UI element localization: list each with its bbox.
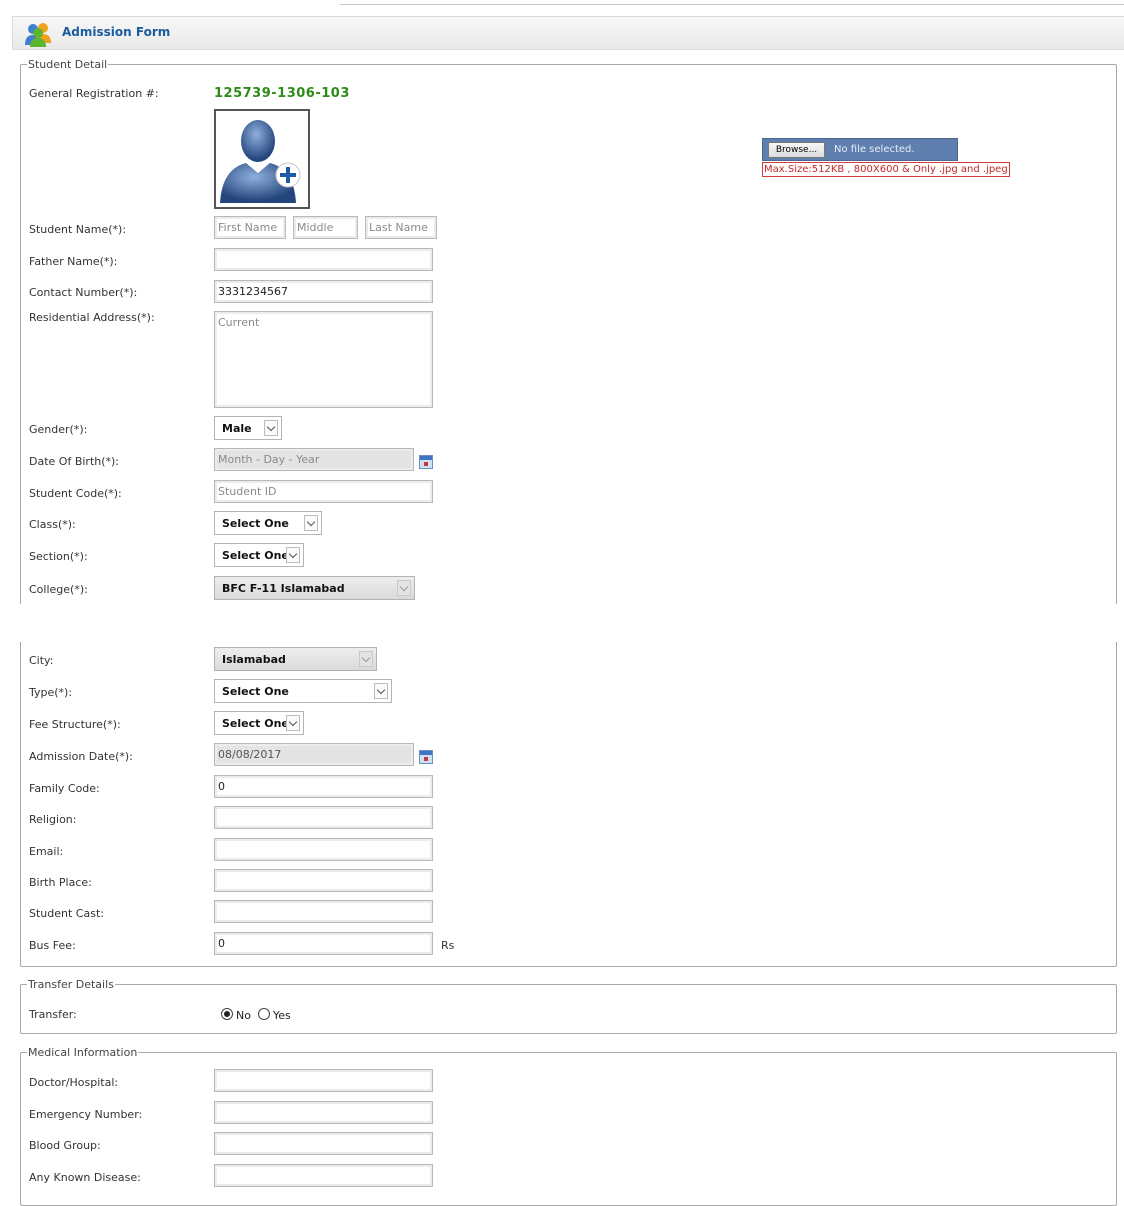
family-code-label: Family Code: — [29, 782, 100, 795]
top-divider — [340, 4, 1124, 5]
emergency-input[interactable] — [214, 1101, 433, 1124]
college-value: BFC F-11 Islamabad — [222, 582, 345, 595]
dob-label: Date Of Birth(*): — [29, 455, 120, 468]
page-title: Admission Form — [62, 25, 171, 39]
transfer-yes-label: Yes — [273, 1009, 291, 1022]
chevron-down-icon — [359, 651, 373, 667]
student-code-input[interactable]: Student ID — [214, 480, 433, 503]
address-label: Residential Address(*): — [29, 311, 155, 324]
college-label: College(*): — [29, 583, 88, 596]
transfer-section: Transfer Details — [20, 978, 1117, 1034]
form-header: Admission Form — [12, 16, 1124, 50]
type-label: Type(*): — [29, 686, 73, 699]
city-label: City: — [29, 654, 54, 667]
browse-button[interactable]: Browse... — [768, 142, 825, 158]
blood-group-input[interactable] — [214, 1132, 433, 1155]
student-detail-section: Student Detail — [20, 58, 1117, 967]
disease-label: Any Known Disease: — [29, 1171, 141, 1184]
class-select[interactable]: Select One — [214, 511, 322, 535]
admission-date-input[interactable]: 08/08/2017 — [214, 743, 414, 766]
birth-place-input[interactable] — [214, 869, 433, 892]
upload-size-note: Max.Size:512KB , 800X600 & Only .jpg and… — [762, 162, 1010, 177]
medical-section: Medical Information — [20, 1046, 1117, 1206]
father-name-label: Father Name(*): — [29, 255, 118, 268]
chevron-down-icon — [264, 420, 278, 436]
family-code-input[interactable]: 0 — [214, 775, 433, 798]
student-cast-input[interactable] — [214, 900, 433, 923]
email-input[interactable] — [214, 838, 433, 861]
contact-number-input[interactable]: 3331234567 — [214, 280, 433, 303]
student-detail-legend: Student Detail — [28, 58, 108, 71]
chevron-down-icon — [374, 683, 388, 699]
section-select[interactable]: Select One — [214, 543, 304, 567]
fee-structure-label: Fee Structure(*): — [29, 718, 121, 731]
emergency-label: Emergency Number: — [29, 1108, 143, 1121]
student-photo[interactable] — [214, 109, 310, 209]
page-break — [0, 604, 1124, 642]
blood-group-label: Blood Group: — [29, 1139, 101, 1152]
file-upload[interactable]: Browse... No file selected. — [762, 138, 958, 161]
gender-select[interactable]: Male — [214, 416, 282, 440]
class-value: Select One — [222, 517, 289, 530]
gender-value: Male — [222, 422, 252, 435]
users-icon — [25, 23, 51, 47]
transfer-no-radio[interactable] — [221, 1008, 233, 1020]
fee-structure-select[interactable]: Select One — [214, 711, 304, 735]
religion-label: Religion: — [29, 813, 77, 826]
contact-number-label: Contact Number(*): — [29, 286, 138, 299]
student-name-label: Student Name(*): — [29, 223, 127, 236]
gender-label: Gender(*): — [29, 423, 88, 436]
city-value: Islamabad — [222, 653, 286, 666]
last-name-input[interactable]: Last Name — [365, 216, 437, 239]
bus-fee-label: Bus Fee: — [29, 939, 76, 952]
section-label: Section(*): — [29, 550, 88, 563]
calendar-icon[interactable] — [419, 455, 433, 469]
chevron-down-icon — [397, 580, 411, 596]
transfer-legend: Transfer Details — [28, 978, 114, 991]
doctor-input[interactable] — [214, 1069, 433, 1092]
transfer-label: Transfer: — [29, 1008, 77, 1021]
disease-input[interactable] — [214, 1164, 433, 1187]
religion-input[interactable] — [214, 806, 433, 829]
transfer-yes-radio[interactable] — [258, 1008, 270, 1020]
student-cast-label: Student Cast: — [29, 907, 104, 920]
first-name-input[interactable]: First Name — [214, 216, 286, 239]
admission-date-label: Admission Date(*): — [29, 750, 133, 763]
birth-place-label: Birth Place: — [29, 876, 92, 889]
student-code-label: Student Code(*): — [29, 487, 122, 500]
dob-input[interactable]: Month - Day - Year — [214, 448, 414, 471]
chevron-down-icon — [304, 515, 318, 531]
college-select[interactable]: BFC F-11 Islamabad — [214, 576, 415, 600]
registration-number: 125739-1306-103 — [214, 86, 350, 101]
medical-legend: Medical Information — [28, 1046, 138, 1059]
chevron-down-icon — [286, 715, 300, 731]
middle-name-input[interactable]: Middle — [293, 216, 358, 239]
bus-fee-unit: Rs — [441, 939, 455, 952]
address-textarea[interactable]: Current — [214, 311, 433, 408]
chevron-down-icon — [286, 547, 300, 563]
father-name-input[interactable] — [214, 248, 433, 271]
type-select[interactable]: Select One — [214, 679, 392, 703]
add-photo-icon — [220, 120, 301, 203]
calendar-icon[interactable] — [419, 750, 433, 764]
email-label: Email: — [29, 845, 64, 858]
type-value: Select One — [222, 685, 289, 698]
section-value: Select One — [222, 549, 289, 562]
file-status: No file selected. — [834, 144, 915, 155]
registration-label: General Registration #: — [29, 87, 159, 100]
transfer-no-label: No — [236, 1009, 251, 1022]
fee-structure-value: Select One — [222, 717, 289, 730]
city-select[interactable]: Islamabad — [214, 647, 377, 671]
bus-fee-input[interactable]: 0 — [214, 932, 433, 955]
class-label: Class(*): — [29, 518, 76, 531]
doctor-label: Doctor/Hospital: — [29, 1076, 119, 1089]
